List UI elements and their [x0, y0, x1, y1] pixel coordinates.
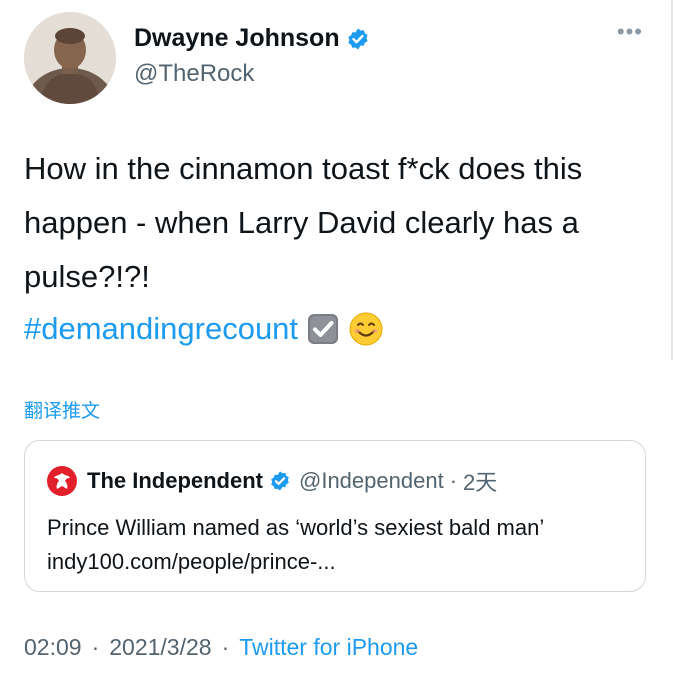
translate-tweet-link[interactable]: 翻译推文 — [24, 396, 100, 423]
quoted-separator: · — [449, 468, 458, 493]
author-handle[interactable]: @TheRock — [134, 60, 254, 88]
verified-badge-icon — [347, 28, 368, 49]
tweet-meta: 02:09 · 2021/3/28 · Twitter for iPhone — [24, 634, 418, 661]
meta-separator-2: · — [221, 634, 230, 660]
author-avatar[interactable] — [24, 12, 116, 104]
tweet-time[interactable]: 02:09 — [24, 634, 82, 660]
quoted-timestamp[interactable]: 2天 — [463, 465, 497, 497]
meta-separator: · — [91, 634, 100, 660]
check-box-emoji-icon — [308, 314, 339, 344]
independent-logo-icon[interactable] — [47, 466, 77, 496]
quoted-verified-badge-icon — [271, 471, 289, 491]
tweet: Dwayne Johnson @TheRock ••• How in the c… — [0, 0, 673, 679]
smiling-face-emoji-icon — [349, 312, 383, 346]
quoted-author-name[interactable]: The Independent — [87, 468, 263, 494]
hashtag-link[interactable]: #demandingrecount — [24, 302, 298, 356]
quoted-tweet-header: The Independent @Independent · 2天 — [47, 465, 497, 497]
more-options-icon[interactable]: ••• — [617, 21, 643, 43]
quoted-author-handle[interactable]: @Independent — [299, 468, 444, 494]
quoted-tweet-card[interactable]: The Independent @Independent · 2天 Prince… — [24, 440, 646, 592]
author-name[interactable]: Dwayne Johnson — [134, 24, 370, 53]
tweet-date[interactable]: 2021/3/28 — [109, 634, 211, 660]
tweet-source-link[interactable]: Twitter for iPhone — [239, 634, 418, 660]
quoted-tweet-text: Prince William named as ‘world’s sexiest… — [47, 515, 544, 574]
author-name-text[interactable]: Dwayne Johnson — [134, 24, 340, 53]
hashtag-line: #demandingrecount — [24, 302, 384, 356]
tweet-text: How in the cinnamon toast f*ck does this… — [24, 151, 583, 294]
